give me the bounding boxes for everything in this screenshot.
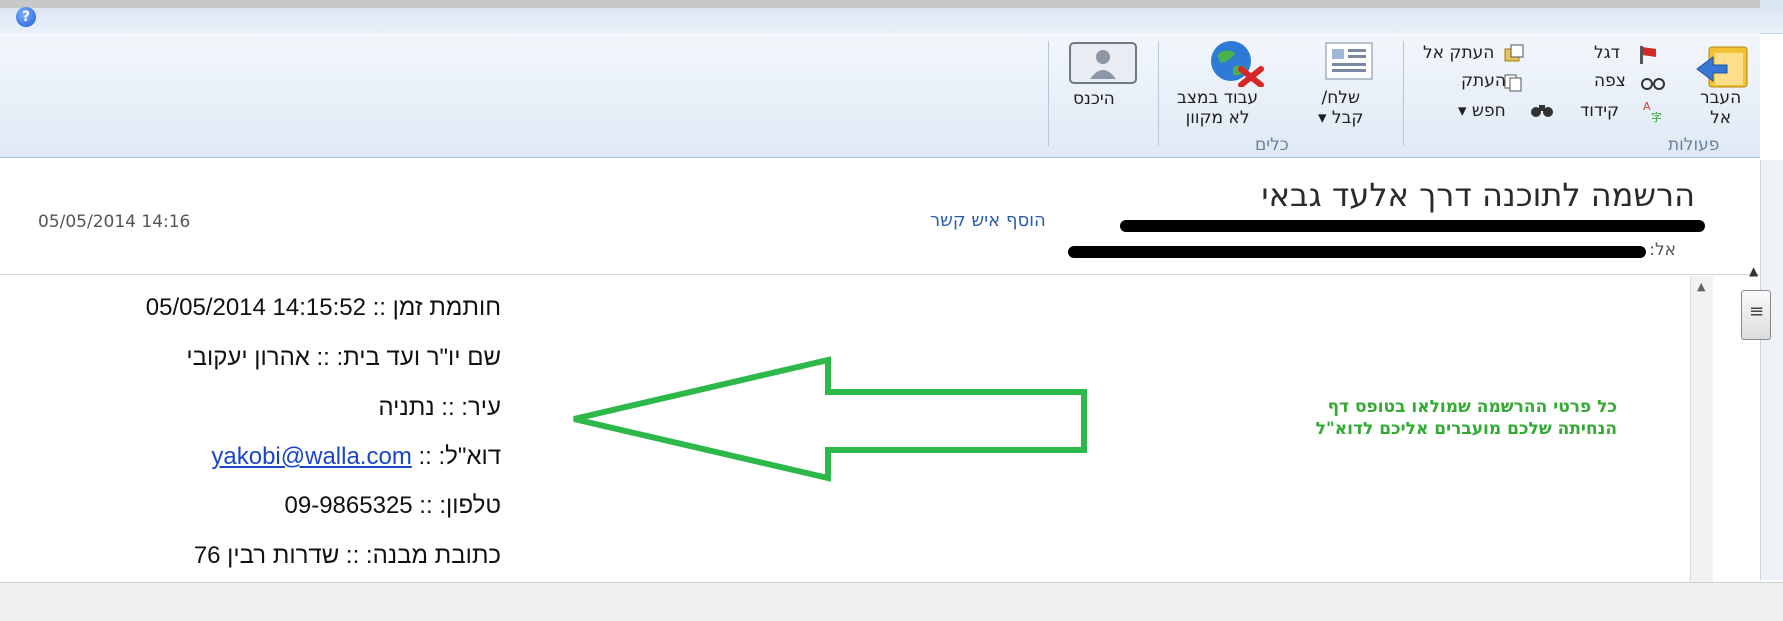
title-bar-strip [0,0,1760,8]
move-to-button[interactable]: העבר אל [1700,88,1741,128]
email-link[interactable]: yakobi@walla.com [211,443,411,470]
encoding-icon: A字 [1643,100,1662,123]
email-label: דוא"ל: :: [411,443,501,470]
watch-button[interactable]: צפה [1594,71,1626,91]
redacted-sender [1120,220,1705,232]
ribbon-separator [1158,41,1159,146]
note-line-2: הנחיתה שלכם מועברים אליכם לדוא"ל [1315,419,1617,439]
note-line-1: כל פרטי ההרשמה שמולאו בטופס דף [1327,397,1617,417]
move-to-label-1: העבר [1700,88,1742,108]
move-to-label-2: אל [1710,108,1732,128]
redacted-recipient [1068,246,1646,258]
message-subject: הרשמה לתוכנה דרך אלעד גבאי [1261,176,1695,214]
to-label: אל: [1649,240,1676,260]
group-tools-label: כלים [1255,135,1289,155]
body-line-city: עיר: :: נתניה [378,394,501,421]
ribbon: העבר אל דגל צפה A字 קידוד העתק אל העתק חפ… [0,33,1760,158]
ribbon-separator [1403,41,1404,146]
send-receive-icon[interactable] [1318,41,1376,85]
green-arrow [573,356,1087,482]
binoculars-icon [1531,105,1553,117]
ribbon-separator [1048,41,1049,146]
outer-scrollbar[interactable] [1760,160,1783,580]
work-offline-button[interactable]: עבוד במצב לא מקוון [1177,88,1258,128]
body-scroll-up-icon[interactable]: ▲ [1697,280,1705,293]
scroll-up-icon[interactable]: ▲ [1749,264,1758,278]
help-icon[interactable]: ? [16,7,36,27]
bottom-strip [0,582,1783,621]
copy-icon [1504,74,1522,92]
copy-button[interactable]: העתק [1461,71,1506,91]
green-note: כל פרטי ההרשמה שמולאו בטופס דף הנחיתה של… [1197,396,1617,440]
add-contact-link[interactable]: הוסף איש קשר [930,210,1046,231]
copy-to-button[interactable]: העתק אל [1423,43,1494,63]
body-line-timestamp: חותמת זמן :: 14:15:52 05/05/2014 [145,294,501,321]
send-receive-label-1: שלח/ [1321,88,1361,108]
find-button[interactable]: חפש ▾ [1458,101,1506,121]
title-bar: ? [0,0,1783,34]
body-scrollbar[interactable] [1690,276,1713,582]
encoding-button[interactable]: קידוד [1580,101,1619,121]
send-receive-button[interactable]: שלח/ קבל ▾ [1318,88,1364,128]
sign-in-icon[interactable] [1068,41,1138,85]
svg-text:字: 字 [1651,110,1662,123]
move-to-folder-icon[interactable] [1695,43,1753,93]
message-header: הרשמה לתוכנה דרך אלעד גבאי אל: הוסף איש … [0,158,1760,275]
sign-in-button[interactable]: היכנס [1073,89,1115,109]
send-receive-label-2: קבל ▾ [1318,108,1364,128]
body-line-phone: טלפון: :: 09-9865325 [284,492,501,519]
body-line-email: דוא"ל: :: yakobi@walla.com [211,443,501,471]
body-line-address: כתובת מבנה: :: שדרות רבין 76 [193,542,501,569]
work-offline-globe-icon[interactable] [1205,39,1265,87]
work-offline-label-2: לא מקוון [1185,108,1250,128]
outer-scroll-thumb[interactable] [1741,290,1771,340]
group-actions-label: פעולות [1668,135,1720,155]
copy-to-icon [1504,44,1524,62]
work-offline-label-1: עבוד במצב [1177,88,1259,108]
flag-icon [1640,46,1656,64]
svg-text:A: A [1643,100,1651,113]
flag-button[interactable]: דגל [1594,43,1620,63]
message-datetime: 05/05/2014 14:16 [38,212,191,232]
watch-icon [1641,78,1665,90]
body-line-chairman: שם יו"ר ועד בית: :: אהרון יעקובי [186,344,501,371]
